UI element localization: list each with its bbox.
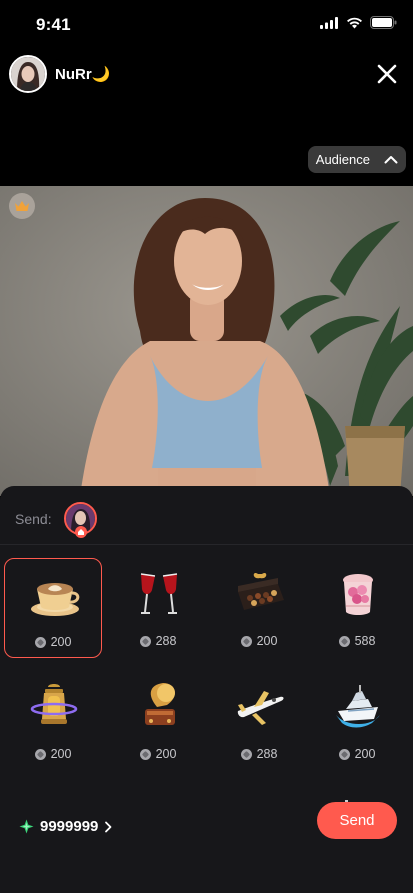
balance-button[interactable]: 9999999 <box>19 818 112 835</box>
gift-item-yacht[interactable]: 200 <box>308 671 406 771</box>
gift-item-lantern[interactable]: 200 <box>4 671 102 771</box>
divider <box>0 544 413 545</box>
gift-price: 200 <box>4 747 102 761</box>
home-badge-icon <box>74 526 87 538</box>
host-info[interactable]: NuRr🌙 <box>9 55 110 93</box>
gramophone-icon <box>145 683 175 725</box>
gift-price-value: 588 <box>354 634 376 648</box>
coin-icon <box>34 636 46 648</box>
coin-icon <box>139 748 151 760</box>
coin-icon <box>139 635 151 647</box>
gift-panel: Send: 200 288 200 588 200 200 288 200 99… <box>0 486 413 893</box>
audience-button[interactable]: Audience <box>307 146 406 173</box>
send-label: Send: <box>15 510 52 527</box>
gift-price: 200 <box>308 747 406 761</box>
host-avatar[interactable] <box>9 55 47 93</box>
crown-icon[interactable] <box>9 193 35 219</box>
gift-item-gramophone[interactable]: 200 <box>109 671 207 771</box>
send-button[interactable]: Send <box>317 802 397 839</box>
coin-icon <box>338 635 350 647</box>
close-icon[interactable] <box>375 62 399 86</box>
gift-price: 588 <box>308 634 406 648</box>
live-video[interactable] <box>0 186 413 496</box>
gift-price: 200 <box>109 747 207 761</box>
yacht-icon <box>336 685 380 728</box>
gift-price-value: 288 <box>256 747 278 761</box>
gift-price-value: 200 <box>256 634 278 648</box>
send-to-row: Send: <box>15 502 97 538</box>
status-icons <box>320 16 397 29</box>
gem-icon <box>19 819 34 834</box>
chevron-up-icon <box>384 156 398 164</box>
status-time: 9:41 <box>36 15 71 34</box>
coin-icon <box>240 635 252 647</box>
gift-price-value: 288 <box>155 634 177 648</box>
coin-icon <box>240 748 252 760</box>
gift-price: 200 <box>210 634 308 648</box>
wine-glasses-icon <box>140 573 178 614</box>
gift-price: 288 <box>210 747 308 761</box>
battery-icon <box>370 16 397 29</box>
coin-icon <box>338 748 350 760</box>
gift-item-rose-box[interactable]: 588 <box>308 558 406 658</box>
coffee-icon <box>31 583 80 616</box>
video-frame-image <box>0 186 413 496</box>
chocolate-box-icon <box>238 573 284 610</box>
gift-price-value: 200 <box>155 747 177 761</box>
gift-item-coffee[interactable]: 200 <box>4 558 102 658</box>
gift-price-value: 200 <box>50 747 72 761</box>
rose-box-icon <box>343 574 373 615</box>
coin-icon <box>34 748 46 760</box>
private-jet-icon <box>237 691 284 725</box>
gift-footer: 9999999 Send <box>0 802 413 893</box>
lantern-icon <box>30 684 78 724</box>
host-name: NuRr🌙 <box>55 66 111 83</box>
wifi-icon <box>347 17 362 28</box>
status-bar: 9:41 <box>0 0 413 50</box>
host-avatar-image <box>11 57 45 91</box>
gift-price-value: 200 <box>50 635 72 649</box>
crown-glyph <box>15 201 29 211</box>
gift-price-value: 200 <box>354 747 376 761</box>
audience-label: Audience <box>315 152 370 167</box>
gift-price: 200 <box>5 635 101 649</box>
chevron-right-icon <box>105 821 112 832</box>
gift-item-wine[interactable]: 288 <box>109 558 207 658</box>
gift-item-jet[interactable]: 288 <box>210 671 308 771</box>
gift-item-chocolate[interactable]: 200 <box>210 558 308 658</box>
gift-price: 288 <box>109 634 207 648</box>
balance-value: 9999999 <box>40 818 99 835</box>
cellular-signal-icon <box>320 16 338 29</box>
recipient-avatar[interactable] <box>63 502 97 538</box>
